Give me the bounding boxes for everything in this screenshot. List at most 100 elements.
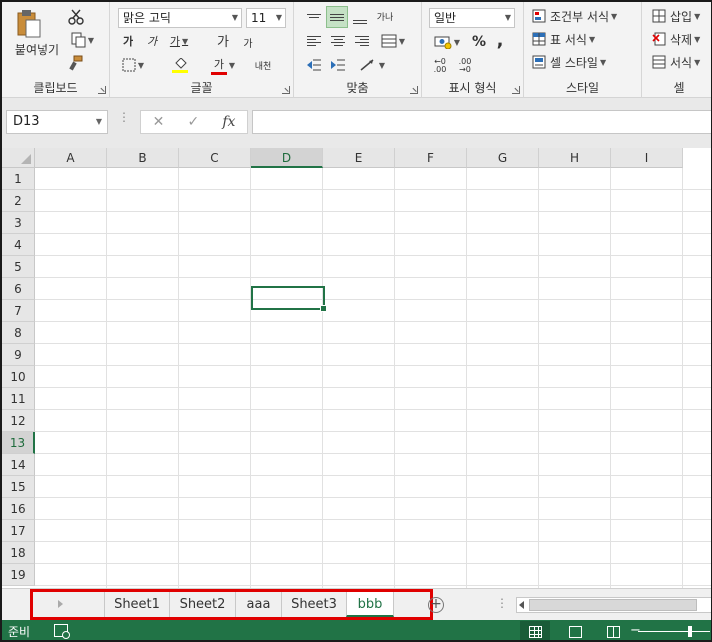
scroll-left-icon[interactable] (519, 601, 524, 609)
row-header[interactable]: 12 (2, 410, 35, 432)
row-header[interactable]: 2 (2, 190, 35, 212)
fill-color-button[interactable] (164, 54, 196, 76)
format-as-table-button[interactable]: 표 서식 ▼ (532, 30, 638, 48)
spreadsheet-grid: ABCDEFGHI 1 2 3 4 5 6 7 8 9 10 11 12 13 14 15 16 17 18 19 (2, 148, 711, 588)
column-header[interactable]: A (35, 148, 107, 168)
select-all-button[interactable] (2, 148, 35, 168)
grow-font-button[interactable]: 가 (212, 30, 234, 50)
orientation-button[interactable]: 가나 (374, 6, 396, 26)
page-break-preview-button[interactable] (598, 621, 628, 640)
row-header[interactable]: 17 (2, 520, 35, 542)
indent-icon (331, 59, 345, 71)
merge-center-button[interactable]: ▼ (376, 31, 410, 51)
cut-button[interactable] (65, 8, 87, 26)
paste-button[interactable] (14, 8, 44, 40)
row-header[interactable]: 9 (2, 344, 35, 366)
borders-button[interactable]: ▼ (118, 56, 148, 74)
decrease-indent-button[interactable] (304, 55, 324, 75)
row-header[interactable]: 5 (2, 256, 35, 278)
number-format-select[interactable]: 일반 ▼ (429, 8, 515, 28)
zoom-slider-thumb[interactable] (688, 626, 692, 637)
column-header[interactable]: H (539, 148, 611, 168)
font-size-value: 11 (251, 11, 267, 25)
normal-view-button[interactable] (520, 621, 550, 640)
zoom-slider[interactable] (638, 631, 710, 632)
formula-input[interactable] (252, 110, 711, 134)
font-color-button[interactable]: 가 ▼ (206, 54, 240, 76)
row-header[interactable]: 15 (2, 476, 35, 498)
number-launcher-icon[interactable] (512, 86, 520, 94)
increase-indent-button[interactable] (328, 55, 348, 75)
row-header[interactable]: 6 (2, 278, 35, 300)
row-header[interactable]: 4 (2, 234, 35, 256)
row-header[interactable]: 14 (2, 454, 35, 476)
row-header[interactable]: 16 (2, 498, 35, 520)
align-left-button[interactable] (304, 31, 324, 51)
comma-style-button[interactable]: , (492, 30, 508, 51)
name-box[interactable]: D13 ▼ (6, 110, 108, 134)
conditional-formatting-button[interactable]: 조건부 서식 ▼ (532, 7, 638, 25)
percent-style-button[interactable]: % (470, 32, 488, 52)
align-right-button[interactable] (352, 31, 372, 51)
page-layout-view-button[interactable] (560, 621, 590, 640)
column-header[interactable]: D (251, 148, 323, 168)
align-top-button[interactable] (304, 6, 324, 26)
column-header[interactable]: F (395, 148, 467, 168)
shrink-font-button[interactable]: 가 (238, 33, 258, 51)
row-header[interactable]: 11 (2, 388, 35, 410)
cell-styles-icon (532, 55, 546, 69)
increase-decimal-button[interactable]: ←0.00 (429, 56, 451, 76)
row-header[interactable]: 7 (2, 300, 35, 322)
row-header[interactable]: 10 (2, 366, 35, 388)
styles-group: 조건부 서식 ▼ 표 서식 ▼ 셀 스타일 ▼ 스타일 (524, 2, 642, 98)
font-launcher-icon[interactable] (282, 86, 290, 94)
decrease-decimal-button[interactable]: .00 →0 (454, 56, 476, 76)
column-header[interactable]: C (179, 148, 251, 168)
row-header[interactable]: 13 (2, 432, 35, 454)
split-handle-icon[interactable]: ⋮ (496, 596, 508, 610)
insert-cells-button[interactable]: 삽입 ▼ (652, 7, 711, 25)
align-middle-button[interactable] (326, 6, 348, 28)
scrollbar-thumb[interactable] (529, 599, 697, 611)
clipboard-launcher-icon[interactable] (98, 86, 106, 94)
font-name-select[interactable]: 맑은 고딕 ▼ (118, 8, 242, 28)
format-painter-button[interactable] (65, 54, 87, 72)
align-bottom-button[interactable] (350, 8, 370, 28)
alignment-launcher-icon[interactable] (410, 86, 418, 94)
column-header[interactable]: E (323, 148, 395, 168)
cell-styles-button[interactable]: 셀 스타일 ▼ (532, 53, 638, 71)
orientation-angle-button[interactable]: ▼ (354, 55, 390, 75)
font-color-swatch (210, 71, 227, 75)
row-header[interactable]: 3 (2, 212, 35, 234)
bold-button[interactable]: 가 (118, 32, 138, 50)
row-header[interactable]: 1 (2, 168, 35, 190)
number-group-label: 표시 형식 (448, 81, 497, 95)
cell-area[interactable] (35, 168, 711, 588)
row-header[interactable]: 8 (2, 322, 35, 344)
confirm-entry-button[interactable]: ✓ (187, 114, 199, 130)
copy-button[interactable]: ▼ (65, 31, 99, 49)
format-cells-button[interactable]: 서식 ▼ (652, 53, 711, 71)
macro-record-icon[interactable] (54, 624, 70, 639)
column-header[interactable]: G (467, 148, 539, 168)
font-size-select[interactable]: 11 ▼ (246, 8, 286, 28)
delete-cells-button[interactable]: 삭제 ▼ (652, 30, 711, 48)
font-color-label: 가 (213, 57, 224, 71)
row-header[interactable]: 19 (2, 564, 35, 586)
page-break-icon (606, 625, 620, 638)
column-header[interactable]: I (611, 148, 683, 168)
column-header[interactable]: B (107, 148, 179, 168)
accounting-format-button[interactable]: ▼ (429, 32, 465, 52)
more-options-icon[interactable]: ⋮ (118, 110, 130, 124)
cancel-entry-button[interactable]: ✕ (153, 114, 165, 130)
new-sheet-button[interactable]: + (428, 597, 444, 613)
row-header[interactable]: 18 (2, 542, 35, 564)
selected-cell[interactable] (251, 286, 327, 312)
underline-button[interactable]: 가 ▼ (166, 32, 192, 50)
phonetic-button[interactable]: 내천 (252, 56, 274, 74)
italic-button[interactable]: 가 (142, 32, 162, 50)
horizontal-scrollbar[interactable] (516, 597, 711, 613)
insert-function-button[interactable]: fx (222, 114, 235, 130)
align-bottom-icon (353, 18, 367, 26)
align-center-button[interactable] (328, 31, 348, 51)
